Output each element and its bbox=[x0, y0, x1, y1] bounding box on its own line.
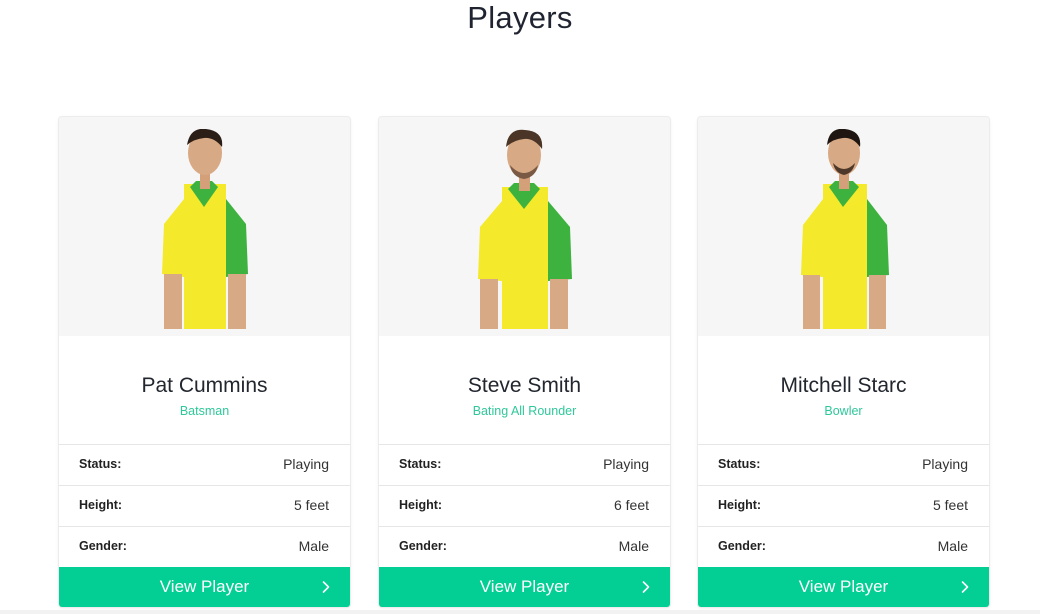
chevron-right-icon bbox=[961, 581, 969, 593]
player-name: Mitchell Starc bbox=[780, 374, 907, 397]
height-value: 5 feet bbox=[932, 497, 968, 513]
chevron-right-icon bbox=[642, 581, 650, 593]
status-label: Status: bbox=[399, 457, 442, 471]
height-label: Height: bbox=[718, 498, 762, 512]
status-value: Playing bbox=[922, 456, 968, 472]
height-label: Height: bbox=[399, 498, 443, 512]
player-photo-icon bbox=[478, 129, 572, 329]
view-player-label: View Player bbox=[159, 577, 250, 596]
player-role: Bowler bbox=[824, 404, 863, 418]
player-name: Steve Smith bbox=[467, 374, 582, 397]
divider bbox=[0, 610, 1040, 614]
view-player-button[interactable]: View Player bbox=[379, 567, 670, 607]
gender-label: Gender: bbox=[79, 539, 127, 553]
height-value: 6 feet bbox=[613, 497, 649, 513]
height-row: Height: 5 feet bbox=[59, 485, 350, 525]
height-value: 5 feet bbox=[293, 497, 329, 513]
player-photo bbox=[379, 117, 670, 336]
status-row: Status: Playing bbox=[698, 444, 989, 484]
player-photo-icon bbox=[801, 129, 889, 329]
gender-row: Gender: Male bbox=[698, 526, 989, 566]
player-photo bbox=[698, 117, 989, 336]
gender-value: Male bbox=[937, 538, 968, 554]
player-card: Mitchell Starc Bowler Status: Playing He… bbox=[698, 117, 989, 607]
player-card: Steve Smith Bating All Rounder Status: P… bbox=[379, 117, 670, 607]
chevron-right-icon bbox=[322, 581, 330, 593]
status-value: Playing bbox=[603, 456, 649, 472]
player-role: Batsman bbox=[179, 404, 230, 418]
height-row: Height: 5 feet bbox=[698, 485, 989, 525]
gender-label: Gender: bbox=[718, 539, 766, 553]
status-label: Status: bbox=[79, 457, 122, 471]
gender-label: Gender: bbox=[399, 539, 447, 553]
gender-row: Gender: Male bbox=[59, 526, 350, 566]
status-row: Status: Playing bbox=[379, 444, 670, 484]
status-row: Status: Playing bbox=[59, 444, 350, 484]
player-card: Pat Cummins Batsman Status: Playing Heig… bbox=[59, 117, 350, 607]
player-photo-icon bbox=[162, 129, 248, 329]
status-label: Status: bbox=[718, 457, 761, 471]
view-player-label: View Player bbox=[798, 577, 889, 596]
height-label: Height: bbox=[79, 498, 123, 512]
gender-row: Gender: Male bbox=[379, 526, 670, 566]
gender-value: Male bbox=[298, 538, 329, 554]
gender-value: Male bbox=[618, 538, 649, 554]
height-row: Height: 6 feet bbox=[379, 485, 670, 525]
view-player-button[interactable]: View Player bbox=[59, 567, 350, 607]
view-player-label: View Player bbox=[479, 577, 570, 596]
player-role: Bating All Rounder bbox=[472, 404, 577, 418]
page-title: Players bbox=[467, 0, 573, 35]
player-photo bbox=[59, 117, 350, 336]
player-name: Pat Cummins bbox=[141, 374, 268, 397]
status-value: Playing bbox=[283, 456, 329, 472]
view-player-button[interactable]: View Player bbox=[698, 567, 989, 607]
